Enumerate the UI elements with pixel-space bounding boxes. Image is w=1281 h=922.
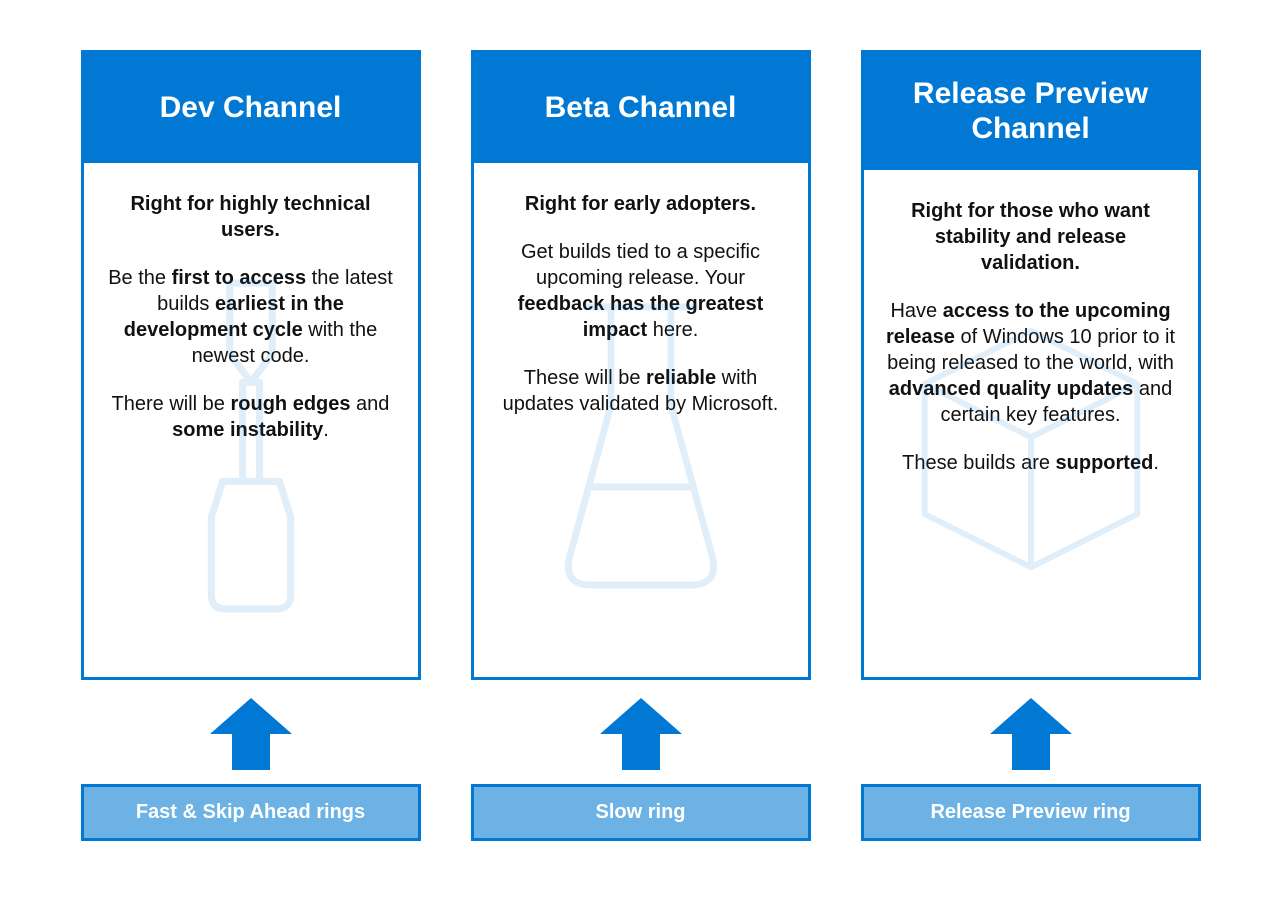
card-lead: Right for highly technical users. — [106, 191, 396, 243]
card-text: Have access to the upcoming release of W… — [886, 298, 1176, 428]
card-text: Be the first to access the latest builds… — [106, 265, 396, 369]
ring-label: Slow ring — [471, 784, 811, 841]
card-tail: These builds are supported. — [886, 450, 1176, 476]
ring-label: Release Preview ring — [861, 784, 1201, 841]
card-title: Beta Channel — [474, 53, 808, 163]
channel-beta: Beta Channel Right for early adopters. G… — [471, 50, 811, 841]
card-tail: There will be rough edges and some insta… — [106, 391, 396, 443]
card-body: Right for those who want stability and r… — [864, 170, 1198, 677]
channel-card: Dev Channel Right for highly technical u… — [81, 50, 421, 680]
up-arrow-icon — [600, 698, 682, 770]
card-text: Get builds tied to a specific upcoming r… — [496, 239, 786, 343]
up-arrow-icon — [210, 698, 292, 770]
card-title: Release Preview Channel — [864, 53, 1198, 170]
channel-release-preview: Release Preview Channel Right for those … — [861, 50, 1201, 841]
channel-dev: Dev Channel Right for highly technical u… — [81, 50, 421, 841]
channel-card: Beta Channel Right for early adopters. G… — [471, 50, 811, 680]
channel-columns: Dev Channel Right for highly technical u… — [70, 50, 1211, 841]
up-arrow-icon — [990, 698, 1072, 770]
ring-label: Fast & Skip Ahead rings — [81, 784, 421, 841]
channel-card: Release Preview Channel Right for those … — [861, 50, 1201, 680]
card-title: Dev Channel — [84, 53, 418, 163]
card-body: Right for highly technical users. Be the… — [84, 163, 418, 677]
card-lead: Right for early adopters. — [496, 191, 786, 217]
card-body: Right for early adopters. Get builds tie… — [474, 163, 808, 677]
card-lead: Right for those who want stability and r… — [886, 198, 1176, 276]
card-tail: These will be reliable with updates vali… — [496, 365, 786, 417]
